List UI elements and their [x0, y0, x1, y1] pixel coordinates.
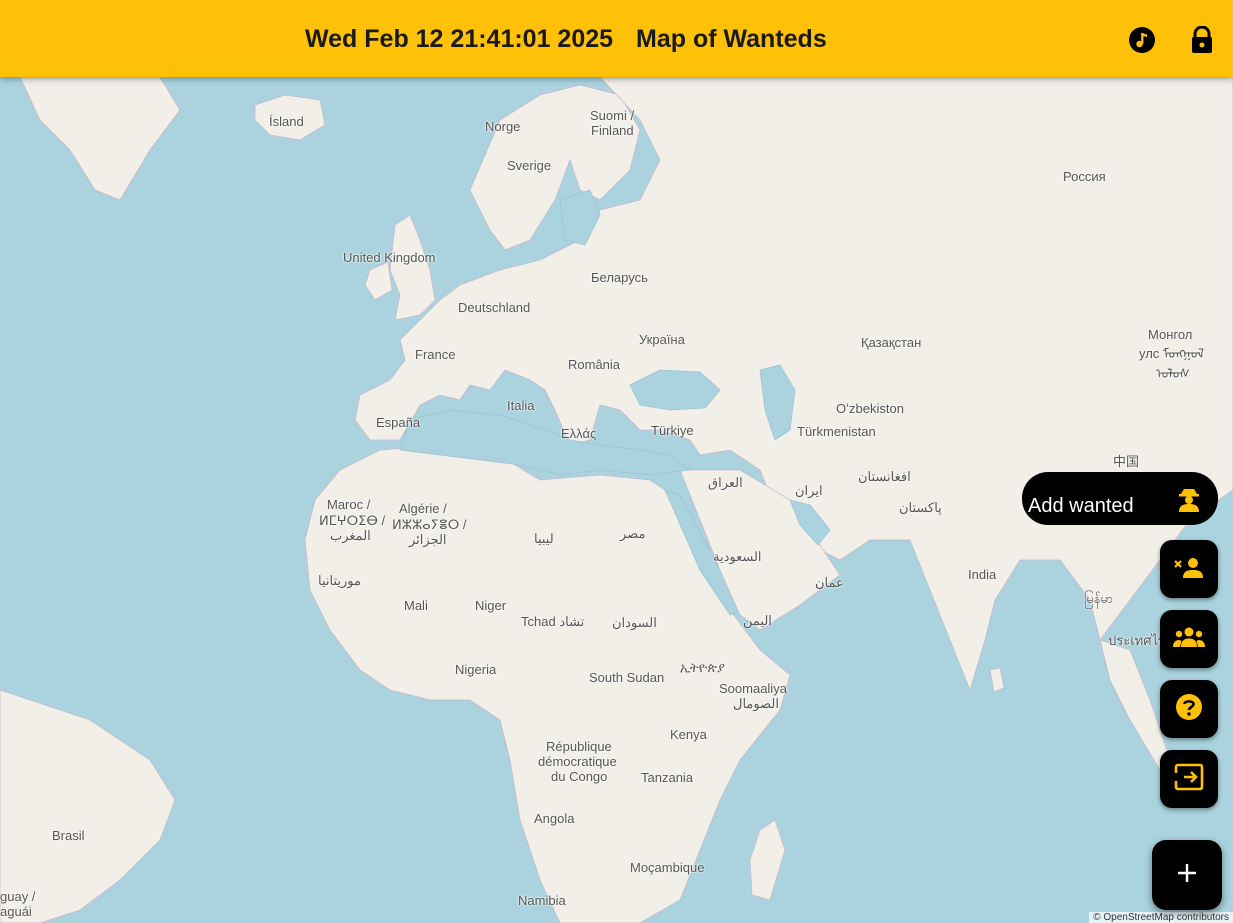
- person-remove-icon: [1174, 555, 1204, 584]
- map-label: Україна: [639, 332, 685, 347]
- map-label: Algérie /: [399, 501, 447, 516]
- map-label: Ísland: [269, 114, 304, 129]
- map-label: ایران: [795, 483, 823, 498]
- list-wanteds-button[interactable]: [1160, 610, 1218, 668]
- map-label: Türkiye: [651, 423, 694, 438]
- map-label: العراق: [708, 475, 743, 490]
- music-note-icon[interactable]: [1128, 26, 1156, 54]
- map-label: ليبيا: [534, 531, 554, 546]
- map-label: Ελλάς: [561, 426, 597, 441]
- map-label: Türkmenistan: [797, 424, 876, 439]
- map-label: France: [415, 347, 456, 362]
- map-label: démocratique: [538, 754, 617, 769]
- add-wanted-icon: [1160, 472, 1218, 525]
- map-label: Монгол: [1148, 327, 1193, 342]
- map-label: Italia: [507, 398, 535, 413]
- map-label: افغانستان: [858, 469, 911, 484]
- map-label: الجزائر: [409, 532, 447, 547]
- map-label: Moçambique: [630, 860, 705, 875]
- map-label: Қазақстан: [861, 335, 922, 350]
- map-label: Brasil: [52, 828, 85, 843]
- map-label: မြန်မာ: [1084, 591, 1114, 606]
- map-label: Soomaaliya: [719, 681, 787, 696]
- add-wanted-button[interactable]: Add wanted: [1022, 472, 1218, 525]
- map-attribution[interactable]: © OpenStreetMap contributors: [1089, 912, 1233, 923]
- map-label: Tchad تشاد: [521, 614, 585, 629]
- app-header: Wed Feb 12 21:41:01 2025 Map of Wanteds: [0, 0, 1233, 77]
- map-label: guay /: [0, 889, 36, 904]
- map-label: 中国: [1113, 454, 1140, 469]
- remove-wanted-button[interactable]: [1160, 540, 1218, 598]
- map-label: اليمن: [743, 613, 772, 628]
- map-label: du Congo: [551, 769, 608, 784]
- exit-icon: [1174, 763, 1204, 796]
- map-label: مصر: [620, 526, 646, 541]
- map-label: South Sudan: [589, 670, 665, 685]
- map-label: улс ᠮᠣᠩᠭᠣᠯ: [1139, 346, 1205, 361]
- help-button[interactable]: [1160, 680, 1218, 738]
- map-label: România: [568, 357, 621, 372]
- map-label: Oʻzbekiston: [836, 401, 904, 416]
- map-label: India: [968, 567, 997, 582]
- map-label: Nigeria: [455, 662, 497, 677]
- lock-icon[interactable]: [1189, 25, 1217, 54]
- map-label: Namibia: [518, 893, 566, 908]
- map-label: پاکستان: [899, 500, 942, 515]
- map-label: موريتانيا: [318, 573, 361, 588]
- group-icon: [1173, 626, 1205, 653]
- map-label: Deutschland: [458, 300, 531, 315]
- map-label: Suomi /: [590, 108, 635, 123]
- add-icon: [1175, 861, 1199, 890]
- map-label: ⵍⵎⵖⵔⵉⴱ /: [319, 513, 386, 528]
- map-label: Norge: [485, 119, 521, 134]
- map-label: Беларусь: [591, 270, 648, 285]
- map-label: aguái: [0, 904, 32, 919]
- map-label: Niger: [475, 598, 507, 613]
- map-label: Mali: [404, 598, 428, 613]
- exit-button[interactable]: [1160, 750, 1218, 808]
- map-label: Россия: [1063, 169, 1106, 184]
- map-label: المغرب: [330, 528, 371, 543]
- page-title: Map of Wanteds: [636, 25, 827, 53]
- map-label: السودان: [612, 615, 657, 630]
- map-label: Kenya: [670, 727, 707, 742]
- map-label: Sverige: [507, 158, 552, 173]
- map-label: ኢትዮጵያ: [680, 660, 725, 675]
- map-label: ⵍⵣⵣⴰⵢⴻⵔ /: [392, 517, 467, 532]
- map-label: España: [376, 415, 421, 430]
- current-datetime: Wed Feb 12 21:41:01 2025: [305, 25, 614, 53]
- map-label: ᠤᠯᠤᠰ: [1156, 366, 1190, 381]
- map-label: République: [546, 739, 612, 754]
- map-label: Tanzania: [641, 770, 694, 785]
- help-icon: [1175, 693, 1203, 726]
- map-label: Angola: [534, 811, 575, 826]
- map-label: الصومال: [733, 696, 779, 711]
- add-wanted-label: Add wanted: [1028, 495, 1134, 517]
- map-label: Maroc /: [327, 497, 371, 512]
- map-label: السعودية: [713, 549, 762, 564]
- map-label: United Kingdom: [343, 250, 436, 265]
- map-label: ประเทศไท: [1108, 633, 1167, 648]
- map-label: Finland: [591, 123, 634, 138]
- add-button[interactable]: [1152, 840, 1222, 910]
- map-label: عمان: [815, 575, 844, 590]
